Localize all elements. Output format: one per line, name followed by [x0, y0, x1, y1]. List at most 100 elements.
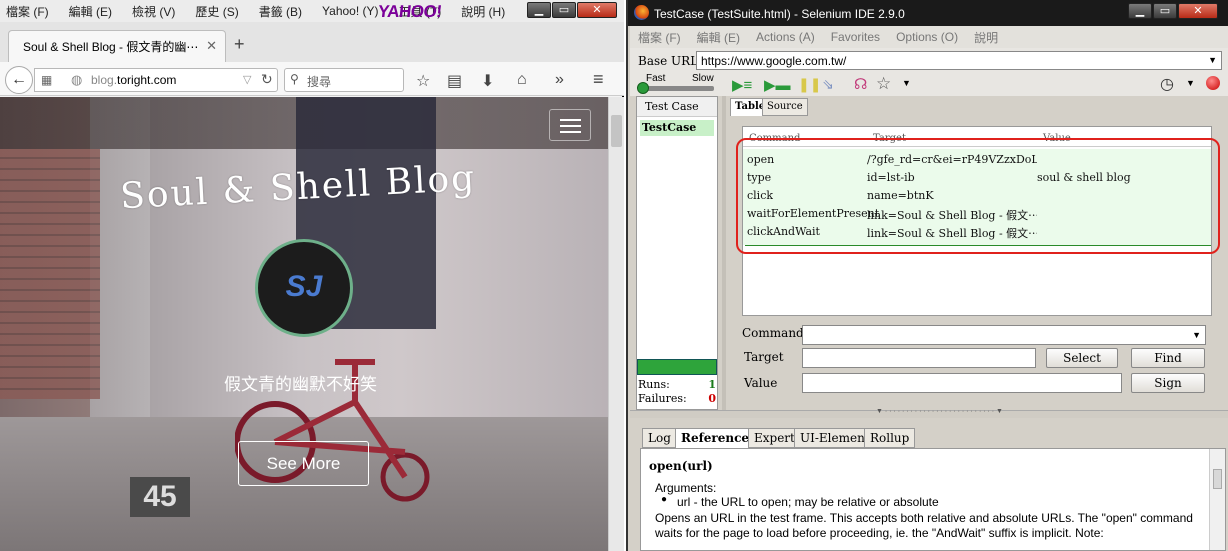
highlight-annotation	[736, 138, 1220, 254]
minimize-button[interactable]: ▁	[1128, 3, 1152, 19]
blog-tagline: 假文青的幽默不好笑	[224, 375, 377, 394]
step-icon[interactable]: ⇘	[822, 76, 834, 93]
menu-view[interactable]: 檢視 (V)	[132, 3, 175, 20]
tab-reference[interactable]: Reference	[675, 428, 756, 450]
url-bar[interactable]: ▦ ◍ blog.toright.com ▽ ↻	[34, 68, 278, 92]
command-field[interactable]: ▼	[802, 325, 1206, 345]
selenium-toolbar: Fast Slow ▶≡ ▶▬ ❚❚ ⇘ ☊ ☆ ▼ ◷ ▼	[630, 73, 1228, 96]
close-button[interactable]: ✕	[1178, 3, 1218, 19]
base-url-value: https://www.google.com.tw/	[701, 54, 847, 68]
runs-label: Runs:	[638, 378, 670, 391]
test-case-header: Test Case	[637, 97, 717, 117]
firefox-window: 檔案 (F) 編輯 (E) 檢視 (V) 歷史 (S) 書籤 (B) Yahoo…	[0, 0, 624, 551]
target-label: Target	[744, 350, 784, 364]
horizontal-splitter[interactable]: ▼ · · · · · · · · · · · · · · · · · · · …	[630, 408, 1228, 418]
speed-slow-label: Slow	[692, 73, 714, 84]
reference-args-label: Arguments:	[655, 481, 717, 495]
clock-icon[interactable]: ◷	[1160, 74, 1174, 94]
search-box[interactable]: ⚲ 搜尋	[284, 68, 404, 92]
close-tab-icon[interactable]: ✕	[206, 38, 217, 54]
selenium-window-controls: ▁ ▭ ✕	[1128, 3, 1218, 19]
base-url-label: Base URL	[638, 54, 699, 68]
favorite-star-icon[interactable]: ☆	[876, 74, 891, 94]
maximize-button[interactable]: ▭	[1153, 3, 1177, 19]
dropdown-icon[interactable]: ▽	[243, 73, 251, 86]
url-text: blog.toright.com	[91, 73, 176, 87]
download-icon[interactable]: ⬇	[481, 71, 494, 91]
failures-label: Failures:	[638, 392, 687, 405]
run-stats: Runs: 1 Failures: 0	[638, 378, 716, 406]
minimize-button[interactable]: ▁	[527, 2, 551, 18]
menu-help[interactable]: 說明 (H)	[461, 3, 505, 20]
speed-fast-label: Fast	[646, 73, 666, 84]
speed-slider[interactable]	[638, 86, 714, 91]
scrollbar-thumb[interactable]	[1213, 469, 1222, 489]
reference-scrollbar[interactable]	[1209, 449, 1225, 550]
target-field[interactable]	[802, 348, 1036, 368]
tab-rollup[interactable]: Rollup	[864, 428, 916, 448]
find-button[interactable]: Find	[1131, 348, 1205, 368]
avatar: SJ	[255, 239, 353, 337]
see-more-button[interactable]: See More	[238, 441, 369, 486]
rollup-icon[interactable]: ☊	[854, 75, 867, 93]
play-case-icon[interactable]: ▶▬	[764, 76, 791, 94]
home-icon[interactable]: ⌂	[517, 71, 527, 89]
tab-strip: Soul & Shell Blog - 假文青的幽⋯ ✕ +	[0, 22, 624, 62]
menu-bookmarks[interactable]: 書籤 (B)	[259, 3, 302, 20]
page-scrollbar[interactable]	[608, 97, 624, 551]
test-case-item[interactable]: TestCase	[640, 120, 714, 136]
yahoo-logo: YAHOO!	[377, 2, 443, 21]
tab-title: Soul & Shell Blog - 假文青的幽⋯	[23, 40, 199, 54]
blog-page: 45 Soul & Shell Blog SJ 假文青的幽默不好笑 See Mo…	[0, 97, 608, 551]
failures-value: 0	[708, 392, 716, 405]
tab-expert[interactable]: Expert	[748, 428, 801, 448]
scrollbar-thumb[interactable]	[611, 115, 622, 147]
select-button[interactable]: Select	[1046, 348, 1118, 368]
se-menu-help[interactable]: 說明	[974, 29, 998, 46]
reference-description: Opens an URL in the test frame. This acc…	[655, 511, 1193, 540]
menu-hamburger-icon[interactable]: ≡	[593, 69, 604, 90]
record-icon[interactable]	[1206, 76, 1220, 90]
tab-source[interactable]: Source	[762, 98, 808, 116]
navigation-bar: ← ▦ ◍ blog.toright.com ▽ ↻ ⚲ 搜尋 ☆ ▤ ⬇ ⌂ …	[0, 62, 624, 96]
chevron-down-icon[interactable]: ▼	[1208, 55, 1217, 65]
menu-yahoo[interactable]: Yahoo! (Y)	[322, 4, 378, 18]
brick-wall	[0, 149, 100, 399]
bookmark-star-icon[interactable]: ☆	[416, 71, 430, 91]
sign-button[interactable]: Sign	[1131, 373, 1205, 393]
maximize-button[interactable]: ▭	[552, 2, 576, 18]
menu-edit[interactable]: 編輯 (E)	[69, 3, 112, 20]
se-menu-edit[interactable]: 編輯 (E)	[697, 29, 740, 46]
close-button[interactable]: ✕	[577, 2, 617, 18]
calendar-icon[interactable]: ▦	[41, 73, 52, 87]
speed-slider-knob[interactable]	[637, 82, 649, 94]
value-field[interactable]	[802, 373, 1122, 393]
overflow-icon[interactable]: »	[555, 71, 564, 89]
pause-icon[interactable]: ❚❚	[798, 76, 821, 93]
chevron-down-icon[interactable]: ▼	[1192, 330, 1201, 340]
se-menu-options[interactable]: Options (O)	[896, 30, 958, 44]
menu-file[interactable]: 檔案 (F)	[6, 3, 49, 20]
reading-list-icon[interactable]: ▤	[447, 71, 462, 91]
se-menu-actions[interactable]: Actions (A)	[756, 30, 815, 44]
selenium-menubar: 檔案 (F) 編輯 (E) Actions (A) Favorites Opti…	[630, 26, 1228, 48]
runs-value: 1	[708, 378, 716, 391]
se-menu-file[interactable]: 檔案 (F)	[638, 29, 681, 46]
menu-history[interactable]: 歷史 (S)	[195, 3, 238, 20]
back-arrow-icon[interactable]: ←	[5, 66, 33, 94]
value-label: Value	[744, 376, 778, 390]
tab-blog[interactable]: Soul & Shell Blog - 假文青的幽⋯ ✕	[8, 30, 226, 62]
play-suite-icon[interactable]: ▶≡	[732, 76, 752, 94]
number-plate: 45	[130, 477, 190, 517]
new-tab-icon[interactable]: +	[234, 34, 245, 55]
firefox-icon	[634, 5, 649, 20]
reload-icon[interactable]: ↻	[261, 71, 273, 88]
splitter-grip-icon[interactable]: ▼ · · · · · · · · · · · · · · · · · · · …	[876, 408, 1003, 415]
chevron-down-icon[interactable]: ▼	[1186, 78, 1195, 88]
tab-log[interactable]: Log	[642, 428, 677, 448]
chevron-down-icon[interactable]: ▼	[902, 78, 911, 88]
site-menu-button[interactable]	[549, 109, 591, 141]
base-url-input[interactable]: https://www.google.com.tw/ ▼	[696, 51, 1222, 70]
command-label: Command	[742, 326, 804, 340]
se-menu-favorites[interactable]: Favorites	[831, 30, 880, 44]
